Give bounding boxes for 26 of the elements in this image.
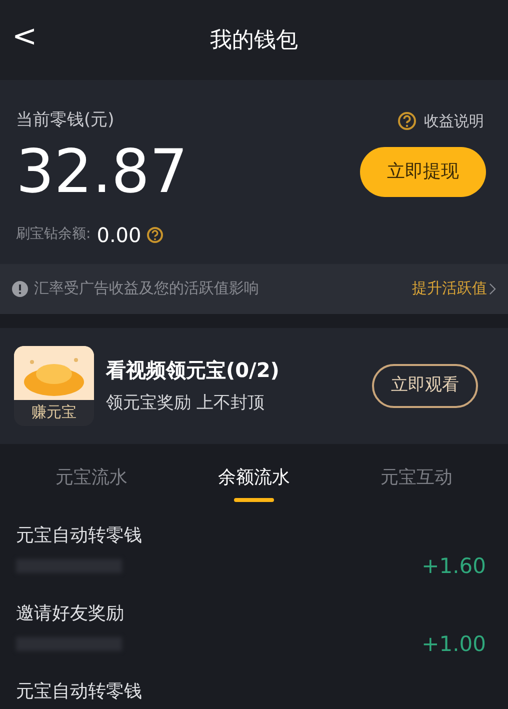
- boost-activity-link[interactable]: 提升活跃值: [412, 277, 487, 300]
- task-subtitle: 领元宝奖励 上不封顶: [106, 392, 266, 415]
- record-title: 邀请好友奖励: [16, 602, 125, 626]
- info-icon: [12, 280, 28, 296]
- diamond-balance-value: 0.00: [96, 222, 142, 248]
- tab[interactable]: 余额流水: [172, 448, 336, 508]
- help-icon[interactable]: [147, 226, 164, 242]
- balance-amount: 32.87: [16, 142, 188, 202]
- chevron-icon: [489, 282, 496, 294]
- task-title: 看视频领元宝(0/2): [106, 356, 280, 384]
- notice-text: 汇率受广告收益及您的活跃值影响: [34, 278, 259, 300]
- help-icon[interactable]: [398, 112, 416, 130]
- record-title: 元宝自动转零钱: [16, 680, 143, 704]
- record-title: 元宝自动转零钱: [16, 524, 143, 548]
- record-amount: +1.00: [422, 630, 487, 658]
- withdraw-button[interactable]: 立即提现: [360, 146, 486, 196]
- earnings-info-link[interactable]: 收益说明: [424, 110, 484, 132]
- diamond-balance-label: 刷宝钻余额:: [16, 225, 91, 244]
- record-amount: +1.60: [422, 552, 487, 580]
- back-button[interactable]: <: [8, 22, 42, 52]
- balance-label: 当前零钱(元): [16, 109, 114, 132]
- tab[interactable]: 元宝互动: [335, 448, 498, 508]
- page-title: 我的钱包: [210, 26, 298, 54]
- tab[interactable]: 元宝流水: [10, 448, 173, 508]
- tile-caption: 赚元宝: [14, 400, 94, 426]
- watch-button[interactable]: 立即观看: [372, 364, 478, 408]
